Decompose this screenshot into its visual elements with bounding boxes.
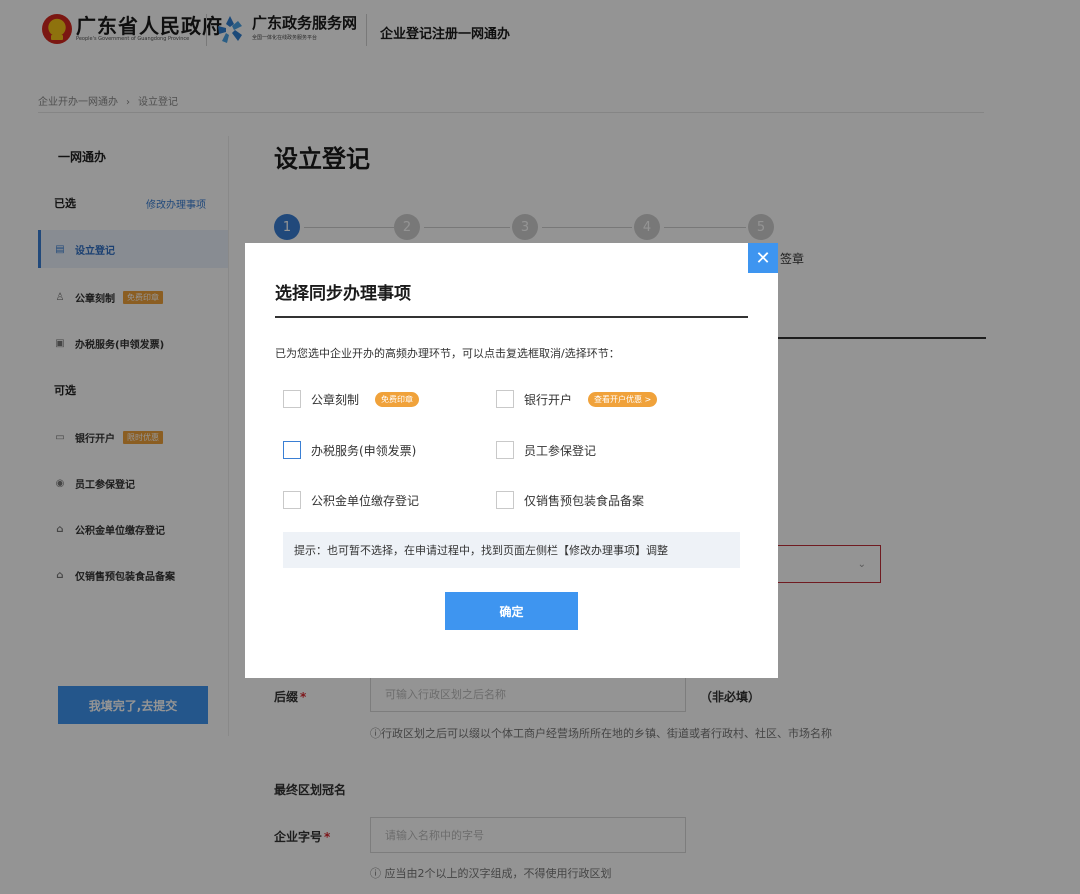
modal-title-rule <box>275 316 748 318</box>
option-label: 员工参保登记 <box>524 443 597 458</box>
modal-description: 已为您选中企业开办的高频办理环节，可以点击复选框取消/选择环节： <box>275 347 620 360</box>
option-label: 仅销售预包装食品备案 <box>524 493 645 508</box>
option-housing-fund[interactable]: 公积金单位缴存登记 <box>283 490 419 510</box>
option-label: 公积金单位缴存登记 <box>311 493 420 508</box>
checkbox[interactable] <box>496 441 514 459</box>
checkbox[interactable] <box>496 491 514 509</box>
free-seal-badge: 免费印章 <box>375 391 420 407</box>
option-seal[interactable]: 公章刻制 免费印章 <box>283 389 420 409</box>
checkbox[interactable] <box>283 390 301 408</box>
checkbox[interactable] <box>283 441 301 459</box>
modal-title: 选择同步办理事项 <box>275 284 411 304</box>
sync-items-modal: ✕ 选择同步办理事项 已为您选中企业开办的高频办理环节，可以点击复选框取消/选择… <box>245 243 778 678</box>
option-label: 银行开户 <box>524 392 573 407</box>
checkbox[interactable] <box>283 491 301 509</box>
option-food-filing[interactable]: 仅销售预包装食品备案 <box>496 490 644 510</box>
modal-tip: 提示：也可暂不选择，在申请过程中，找到页面左侧栏【修改办理事项】调整 <box>283 532 740 568</box>
option-insurance[interactable]: 员工参保登记 <box>496 440 596 460</box>
option-label: 公章刻制 <box>311 392 360 407</box>
option-bank[interactable]: 银行开户 查看开户优惠 > <box>496 389 658 409</box>
bank-offer-link[interactable]: 查看开户优惠 > <box>588 391 658 407</box>
option-label: 办税服务(申领发票) <box>311 443 417 458</box>
checkbox[interactable] <box>496 390 514 408</box>
option-tax[interactable]: 办税服务(申领发票) <box>283 440 416 460</box>
close-icon[interactable]: ✕ <box>748 243 778 273</box>
confirm-button[interactable]: 确定 <box>445 592 578 630</box>
